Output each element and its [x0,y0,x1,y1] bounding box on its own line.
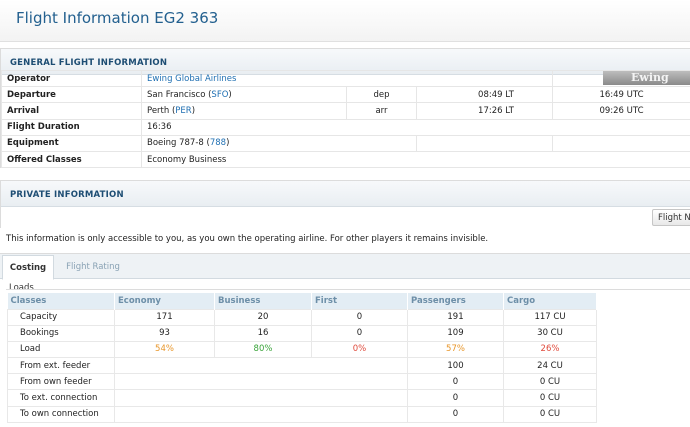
general-info-section: GENERAL FLIGHT INFORMATION Ewing Operato… [0,48,690,169]
passengers-load: 57% [407,340,504,359]
table-row: Load 54% 80% 0% 57% 26% [7,340,597,359]
arrival-airport-link[interactable]: PER [175,106,191,116]
loads-label: Loads [9,283,34,293]
header-first: First [311,293,408,309]
classes-value: Economy Business [141,150,690,169]
general-info-table: Operator Ewing Global Airlines Departure… [1,69,690,169]
duration-value: 16:36 [141,118,690,136]
equipment-label: Equipment [1,134,142,152]
header-passengers: Passengers [407,293,504,309]
tab-costing[interactable]: Costing [2,255,54,280]
first-load: 0% [311,340,408,359]
arrival-local-time: 17:26 LT [416,102,553,120]
flight-number-button[interactable]: Flight Nu [652,209,690,226]
loads-table: Classes Economy Business First Passenger… [7,293,597,423]
table-row: Bookings 93 16 0 109 30 CU [7,324,597,342]
private-notice: This information is only accessible to y… [6,234,489,244]
operator-row: Operator Ewing Global Airlines [1,69,690,88]
tab-flight-rating[interactable]: Flight Rating [56,255,130,280]
private-toolbar [1,207,690,229]
table-row: To ext. connection 0 0 CU [7,389,597,407]
duration-row: Flight Duration 16:36 [1,118,690,136]
departure-utc-time: 16:49 UTC [552,86,690,104]
departure-airport-link[interactable]: SFO [211,90,228,100]
departure-type: dep [346,86,417,104]
header-classes: Classes [7,293,115,309]
table-row: Capacity 171 20 0 191 117 CU [7,308,597,326]
cargo-load: 26% [503,340,597,359]
operator-link[interactable]: Ewing Global Airlines [147,74,236,84]
arrival-row: Arrival Perth (PER) arr 17:26 LT 09:26 U… [1,102,690,120]
business-load: 80% [214,340,312,359]
loads-divider [6,289,690,290]
loads-header-row: Classes Economy Business First Passenger… [7,293,597,309]
departure-local-time: 08:49 LT [416,86,553,104]
table-row: To own connection 0 0 CU [7,405,597,423]
duration-label: Flight Duration [1,118,142,136]
classes-label: Offered Classes [1,150,142,169]
table-row: From own feeder 0 0 CU [7,373,597,391]
page-title: Flight Information EG2 363 [16,9,219,27]
tabs-strip: Costing Flight Rating [0,254,690,280]
private-info-heading: PRIVATE INFORMATION [1,181,690,207]
page-header: Flight Information EG2 363 [0,0,690,42]
departure-label: Departure [1,86,142,104]
equipment-row: Equipment Boeing 787-8 (788) [1,134,690,152]
economy-load: 54% [114,340,215,359]
classes-row: Offered Classes Economy Business [1,150,690,169]
arrival-label: Arrival [1,102,142,120]
private-info-section: PRIVATE INFORMATION Flight Nu [0,180,690,229]
table-row: From ext. feeder 100 24 CU [7,357,597,375]
header-business: Business [214,293,312,309]
header-cargo: Cargo [503,293,597,309]
equipment-code-link[interactable]: 788 [210,138,226,148]
operator-label: Operator [1,69,142,88]
arrival-type: arr [346,102,417,120]
arrival-utc-time: 09:26 UTC [552,102,690,120]
departure-row: Departure San Francisco (SFO) dep 08:49 … [1,86,690,104]
header-economy: Economy [114,293,215,309]
